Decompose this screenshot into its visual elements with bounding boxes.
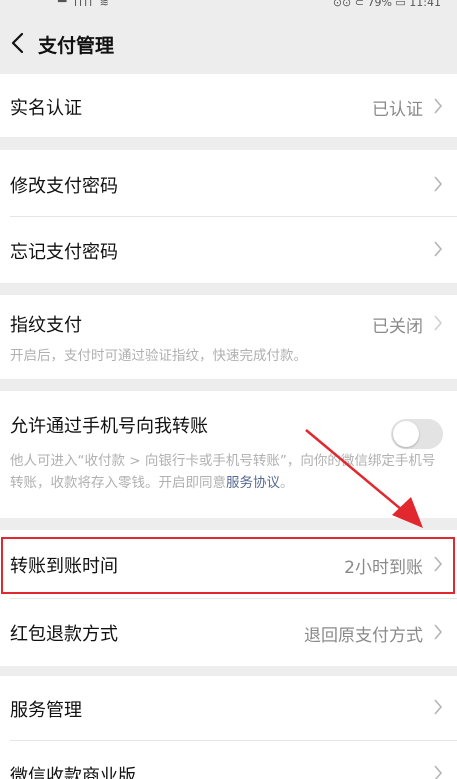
chevron-right-icon	[434, 556, 443, 572]
phone-transfer-label: 允许通过手机号向我转账	[10, 416, 208, 437]
phone-transfer-description: 他人可进入“收付款 > 向银行卡或手机号转账”，向你的微信绑定手机号转账，收款将…	[10, 450, 443, 494]
status-right: ⊙⊙ ⊂ 79% ▭ 11:41	[332, 0, 441, 9]
real-name-label: 实名认证	[10, 98, 82, 119]
phone-transfer-desc-end: 。	[280, 475, 294, 491]
status-bar: ▀ ıllı ≋ ⊙⊙ ⊂ 79% ▭ 11:41	[0, 0, 457, 12]
row-fingerprint[interactable]: 指纹支付 已关闭 开启后，支付时可通过验证指纹，快速完成付款。	[0, 295, 457, 379]
row-merchant-edition[interactable]: 微信收款商业版	[0, 740, 457, 779]
service-management-label: 服务管理	[10, 700, 82, 721]
row-change-password[interactable]: 修改支付密码	[0, 150, 457, 216]
group-phone-transfer: 允许通过手机号向我转账 他人可进入“收付款 > 向银行卡或手机号转账”，向你的微…	[0, 391, 457, 518]
group-password: 修改支付密码 忘记支付密码	[0, 150, 457, 283]
red-packet-refund-value: 退回原支付方式	[304, 626, 423, 646]
change-password-label: 修改支付密码	[10, 176, 118, 197]
row-phone-transfer: 允许通过手机号向我转账 他人可进入“收付款 > 向银行卡或手机号转账”，向你的微…	[0, 391, 457, 518]
chevron-right-icon	[434, 624, 443, 640]
chevron-right-icon	[434, 176, 443, 192]
back-arrow-icon[interactable]	[8, 30, 28, 56]
group-real-name: 实名认证 已认证	[0, 74, 457, 137]
merchant-edition-label: 微信收款商业版	[10, 766, 136, 779]
group-transfer-settings: 转账到账时间 2小时到账 红包退款方式 退回原支付方式	[0, 530, 457, 666]
chevron-right-icon	[434, 315, 443, 331]
group-services: 服务管理 微信收款商业版	[0, 676, 457, 779]
service-agreement-link[interactable]: 服务协议	[226, 475, 280, 491]
fingerprint-status: 已关闭	[372, 317, 423, 337]
forgot-password-label: 忘记支付密码	[10, 242, 118, 263]
row-arrival-time[interactable]: 转账到账时间 2小时到账	[0, 530, 457, 598]
red-packet-refund-label: 红包退款方式	[10, 624, 118, 645]
row-service-management[interactable]: 服务管理	[0, 676, 457, 740]
chevron-right-icon	[434, 765, 443, 779]
group-fingerprint: 指纹支付 已关闭 开启后，支付时可通过验证指纹，快速完成付款。	[0, 295, 457, 379]
page-title: 支付管理	[38, 35, 115, 57]
nav-bar: 支付管理	[0, 12, 457, 74]
status-left: ▀ ıllı ≋	[58, 0, 111, 9]
phone-transfer-desc-text: 他人可进入“收付款 > 向银行卡或手机号转账”，向你的微信绑定手机号转账，收款将…	[10, 453, 436, 491]
fingerprint-label: 指纹支付	[10, 315, 82, 336]
phone-transfer-toggle[interactable]	[391, 419, 443, 449]
fingerprint-description: 开启后，支付时可通过验证指纹，快速完成付款。	[10, 348, 307, 364]
real-name-status: 已认证	[372, 100, 423, 120]
arrival-time-value: 2小时到账	[344, 558, 423, 578]
row-red-packet-refund[interactable]: 红包退款方式 退回原支付方式	[0, 598, 457, 666]
row-forgot-password[interactable]: 忘记支付密码	[0, 216, 457, 283]
toggle-knob	[393, 421, 419, 447]
chevron-right-icon	[434, 98, 443, 114]
row-real-name[interactable]: 实名认证 已认证	[0, 74, 457, 137]
arrival-time-label: 转账到账时间	[10, 556, 118, 577]
chevron-right-icon	[434, 699, 443, 715]
chevron-right-icon	[434, 241, 443, 257]
